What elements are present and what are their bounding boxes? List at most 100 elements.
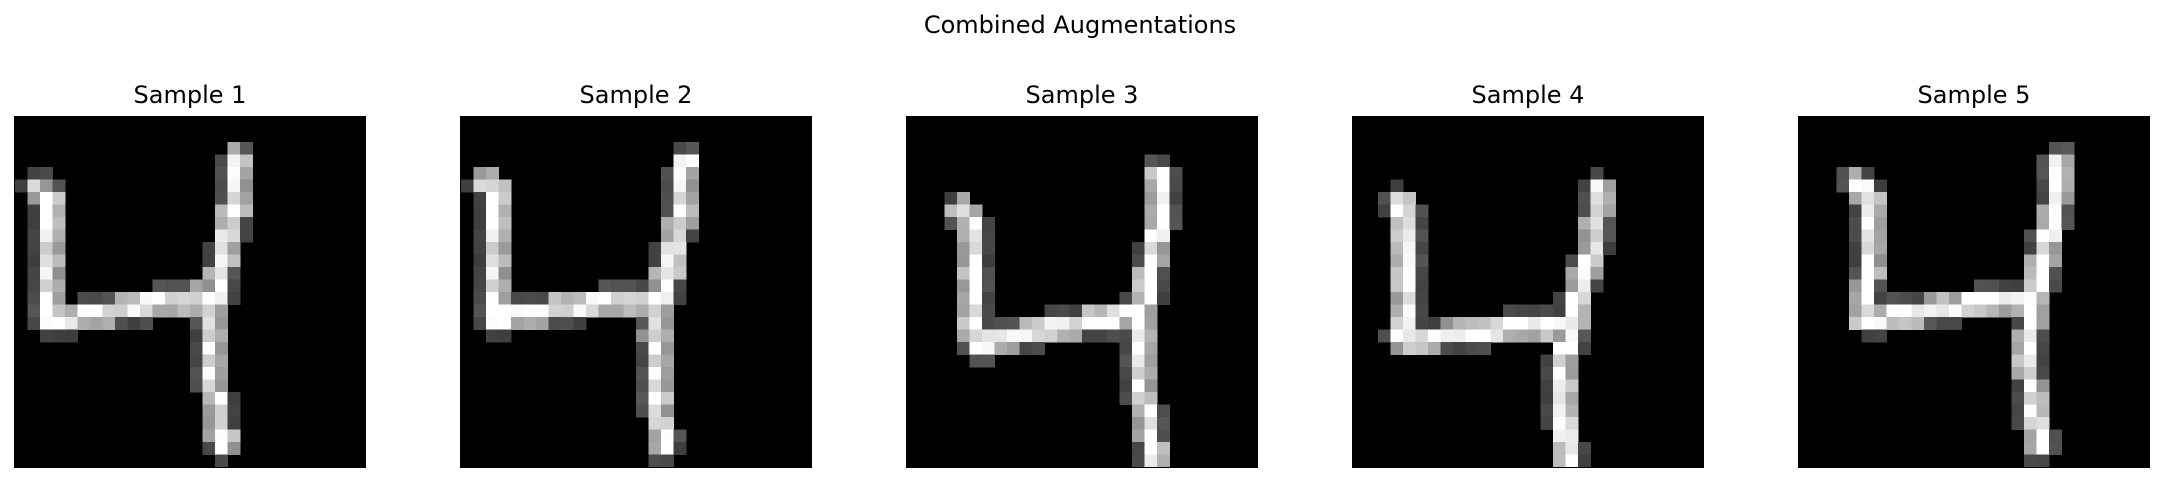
pixel xyxy=(227,429,241,443)
pixel xyxy=(648,279,662,293)
pixel xyxy=(1849,279,1862,293)
pixel xyxy=(498,317,512,330)
pixel xyxy=(548,292,562,305)
pixel xyxy=(1144,242,1158,255)
pixel xyxy=(611,279,624,293)
pixel xyxy=(1094,329,1108,343)
pixel xyxy=(152,279,166,293)
pixel xyxy=(40,217,53,230)
pixel xyxy=(1403,204,1416,218)
pixel xyxy=(1565,404,1579,418)
pixel xyxy=(473,204,487,218)
pixel xyxy=(77,304,91,318)
pixel xyxy=(1157,417,1170,430)
pixel xyxy=(1119,304,1133,318)
pixel xyxy=(1999,279,2012,293)
pixel xyxy=(1874,254,1887,268)
pixel xyxy=(65,317,78,330)
pixel xyxy=(2024,404,2037,418)
pixel xyxy=(1861,167,1875,180)
pixel xyxy=(240,192,253,205)
pixel xyxy=(215,392,228,405)
pixel xyxy=(1144,429,1158,443)
pixel xyxy=(1899,292,1912,305)
pixel xyxy=(2024,417,2037,430)
pixel xyxy=(673,242,687,255)
pixel xyxy=(190,304,203,318)
pixel xyxy=(40,304,53,318)
pixel xyxy=(2049,217,2062,230)
pixel xyxy=(969,229,983,243)
pixel xyxy=(165,279,178,293)
digit-four-image-1 xyxy=(15,117,365,467)
pixel xyxy=(240,217,253,230)
pixel xyxy=(2036,442,2050,455)
pixel xyxy=(202,417,216,430)
pixel xyxy=(1849,292,1862,305)
pixel xyxy=(227,417,241,430)
pixel xyxy=(1390,329,1404,343)
pixel xyxy=(1132,242,1145,255)
pixel xyxy=(536,292,549,305)
pixel xyxy=(2011,342,2025,355)
pixel xyxy=(1849,192,1862,205)
pixel xyxy=(1390,204,1404,218)
pixel xyxy=(40,329,53,343)
pixel xyxy=(1157,154,1170,168)
pixel xyxy=(486,217,499,230)
pixel xyxy=(1553,329,1566,343)
pixel xyxy=(2011,404,2025,418)
pixel xyxy=(1415,242,1429,255)
pixel xyxy=(1490,317,1504,330)
pixel xyxy=(648,242,662,255)
pixel xyxy=(1415,229,1429,243)
pixel xyxy=(461,179,474,193)
pixel xyxy=(2024,392,2037,405)
pixel xyxy=(473,242,487,255)
pixel xyxy=(2011,417,2025,430)
pixel xyxy=(1553,342,1566,355)
pixel xyxy=(215,204,228,218)
pixel xyxy=(27,204,41,218)
pixel xyxy=(1157,404,1170,418)
pixel xyxy=(27,217,41,230)
pixel xyxy=(511,292,524,305)
pixel xyxy=(1415,279,1429,293)
pixel xyxy=(1390,342,1404,355)
pixel xyxy=(1949,317,1962,330)
pixel xyxy=(648,354,662,368)
pixel xyxy=(1132,254,1145,268)
pixel xyxy=(2036,179,2050,193)
pixel xyxy=(661,192,674,205)
pixel xyxy=(1403,342,1416,355)
pixel xyxy=(2024,367,2037,380)
pixel xyxy=(498,217,512,230)
pixel xyxy=(1540,417,1554,430)
sample-title-5: Sample 5 xyxy=(1917,81,2031,109)
pixel xyxy=(52,217,66,230)
pixel xyxy=(190,292,203,305)
pixel xyxy=(1849,217,1862,230)
pixel xyxy=(573,292,587,305)
pixel xyxy=(473,304,487,318)
pixel xyxy=(190,367,203,380)
pixel xyxy=(1453,329,1466,343)
pixel xyxy=(1044,304,1058,318)
pixel xyxy=(2024,454,2037,467)
pixel xyxy=(573,304,587,318)
pixel xyxy=(2024,317,2037,330)
sample-image-2 xyxy=(460,116,812,468)
pixel xyxy=(1019,342,1033,355)
pixel xyxy=(227,442,241,455)
pixel xyxy=(1032,342,1045,355)
pixel xyxy=(498,204,512,218)
pixel xyxy=(2036,154,2050,168)
pixel xyxy=(969,354,983,368)
pixel xyxy=(1553,442,1566,455)
pixel xyxy=(573,317,587,330)
pixel xyxy=(473,217,487,230)
pixel xyxy=(1590,254,1604,268)
pixel xyxy=(2049,267,2062,280)
pixel xyxy=(227,142,241,155)
pixel xyxy=(40,279,53,293)
